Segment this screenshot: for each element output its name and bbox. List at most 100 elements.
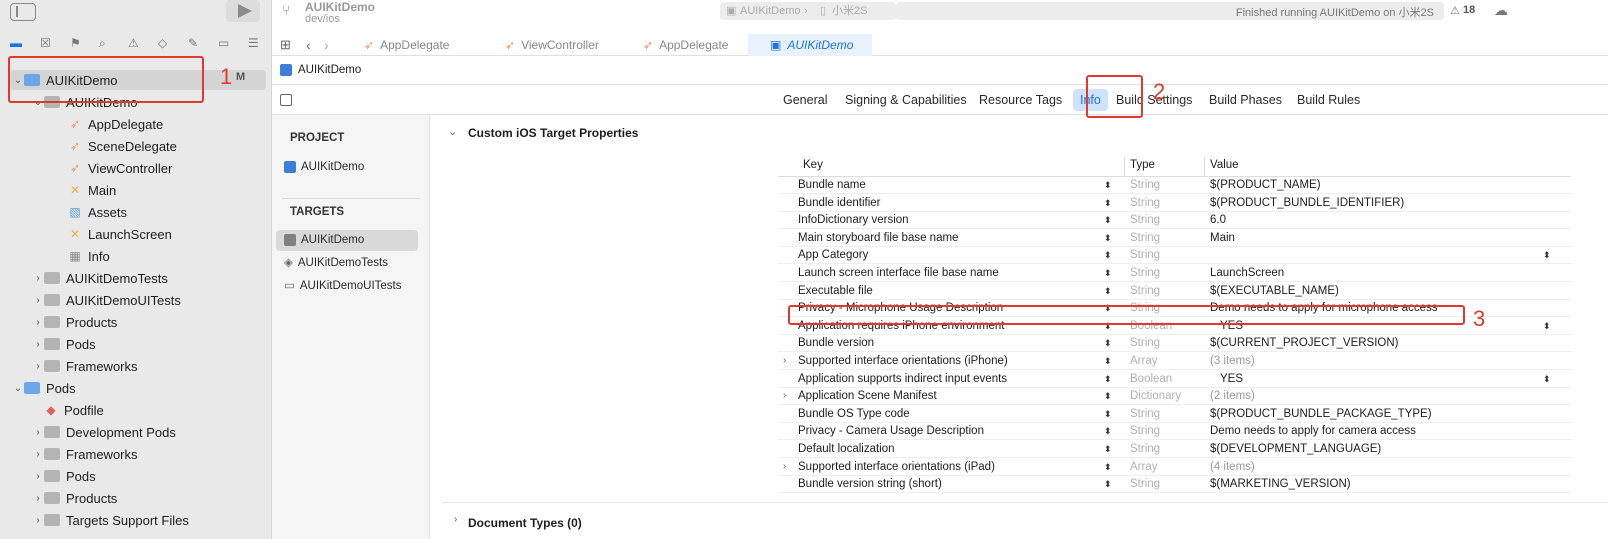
property-type[interactable]: String xyxy=(1130,194,1160,212)
nav-item[interactable]: ✕ Main xyxy=(56,179,116,201)
hide-targets-icon[interactable] xyxy=(280,94,292,106)
chevron-right-icon[interactable]: › xyxy=(783,387,786,405)
property-value[interactable]: Demo needs to apply for camera access xyxy=(1210,422,1416,440)
property-key[interactable]: Privacy - Camera Usage Description xyxy=(798,422,984,440)
property-key[interactable]: Bundle version string (short) xyxy=(798,475,942,493)
property-key[interactable]: Bundle identifier xyxy=(798,194,880,212)
property-row[interactable]: App Category ⬍ String ⬍ xyxy=(778,246,1571,265)
jump-bar[interactable]: AUIKitDemo xyxy=(280,64,361,76)
search-icon[interactable]: ⌕ xyxy=(99,36,106,51)
editor-tab-1[interactable]: ➶ ViewController xyxy=(505,34,635,56)
property-row[interactable]: Default localization ⬍ String $(DEVELOPMENT… xyxy=(778,440,1571,458)
nav-item[interactable]: ➶ AppDelegate xyxy=(56,113,163,135)
property-type[interactable]: String xyxy=(1130,405,1160,423)
value-popup-icon[interactable]: ⬍ xyxy=(1543,370,1551,388)
property-type[interactable]: String xyxy=(1130,475,1160,493)
editor-tab-2[interactable]: ➶ AppDelegate xyxy=(643,34,763,56)
property-value[interactable]: LaunchScreen xyxy=(1210,264,1284,282)
property-type[interactable]: Array xyxy=(1130,352,1157,370)
property-row[interactable]: Bundle version string (short) ⬍ String $(MA… xyxy=(778,475,1571,494)
col-key[interactable]: Key xyxy=(803,159,823,171)
nav-item[interactable]: ⌄ Pods xyxy=(12,377,76,399)
value-popup-icon[interactable]: ⬍ xyxy=(1543,246,1551,264)
chevron-down-icon[interactable]: ⌄ xyxy=(448,125,457,138)
document-types-header[interactable]: Document Types (0) xyxy=(468,516,582,530)
value-popup-icon[interactable]: ⬍ xyxy=(1543,317,1551,335)
nav-item[interactable]: › Frameworks xyxy=(32,443,137,465)
col-type[interactable]: Type xyxy=(1130,159,1155,171)
property-value[interactable]: YES xyxy=(1220,370,1243,388)
nav-item[interactable]: ◆ Podfile xyxy=(32,399,103,421)
chevron-right-icon[interactable]: › xyxy=(32,471,44,482)
nav-item[interactable]: › Targets Support Files xyxy=(32,509,189,531)
nav-item[interactable]: ➶ ViewController xyxy=(56,157,172,179)
debug-icon[interactable]: ✎ xyxy=(188,36,198,50)
property-value[interactable]: $(MARKETING_VERSION) xyxy=(1210,475,1351,493)
property-value[interactable]: $(PRODUCT_NAME) xyxy=(1210,176,1321,194)
nav-item[interactable]: ✕ LaunchScreen xyxy=(56,223,172,245)
property-value[interactable]: Main xyxy=(1210,229,1235,247)
property-key[interactable]: Bundle version xyxy=(798,334,874,352)
nav-item[interactable]: › Development Pods xyxy=(32,421,176,443)
property-key[interactable]: Main storyboard file base name xyxy=(798,229,958,247)
nav-item[interactable]: › Frameworks xyxy=(32,355,137,377)
chevron-right-icon[interactable]: › xyxy=(454,514,457,525)
property-value[interactable]: $(EXECUTABLE_NAME) xyxy=(1210,282,1339,300)
nav-item[interactable]: ▦ Info xyxy=(56,245,109,267)
property-type[interactable]: String xyxy=(1130,211,1160,229)
nav-item[interactable]: › Pods xyxy=(32,333,95,355)
property-key[interactable]: Default localization xyxy=(798,440,895,458)
key-stepper-icon[interactable]: ⬍ xyxy=(1104,229,1112,247)
col-value[interactable]: Value xyxy=(1210,159,1239,171)
property-key[interactable]: InfoDictionary version xyxy=(798,211,909,229)
property-row[interactable]: Bundle version ⬍ String $(CURRENT_PROJECT_V… xyxy=(778,334,1571,353)
property-key[interactable]: Application supports indirect input even… xyxy=(798,370,1007,388)
property-type[interactable]: String xyxy=(1130,282,1160,300)
property-key[interactable]: Launch screen interface file base name xyxy=(798,264,999,282)
property-row[interactable]: › Supported interface orientations (iPhon… xyxy=(778,352,1571,370)
key-stepper-icon[interactable]: ⬍ xyxy=(1104,264,1112,282)
property-value[interactable]: $(PRODUCT_BUNDLE_PACKAGE_TYPE) xyxy=(1210,405,1432,423)
nav-item[interactable]: › Products xyxy=(32,311,117,333)
forward-icon[interactable]: › xyxy=(324,34,329,56)
cloud-icon[interactable]: ☁ xyxy=(1494,2,1508,19)
property-value[interactable]: $(CURRENT_PROJECT_VERSION) xyxy=(1210,334,1399,352)
editor-tab-0[interactable]: ➶ AppDelegate xyxy=(364,34,484,56)
issue-icon[interactable]: ⚠ xyxy=(128,36,139,50)
property-row[interactable]: Application supports indirect input even… xyxy=(778,370,1571,388)
chevron-right-icon[interactable]: › xyxy=(32,295,44,306)
key-stepper-icon[interactable]: ⬍ xyxy=(1104,422,1112,440)
property-key[interactable]: Bundle OS Type code xyxy=(798,405,910,423)
key-stepper-icon[interactable]: ⬍ xyxy=(1104,211,1112,229)
property-value[interactable]: (3 items) xyxy=(1210,352,1255,370)
chevron-right-icon[interactable]: › xyxy=(32,449,44,460)
chevron-right-icon[interactable]: › xyxy=(32,273,44,284)
property-row[interactable]: Bundle identifier ⬍ String $(PRODUCT_BUNDLE… xyxy=(778,194,1571,212)
property-row[interactable]: Launch screen interface file base name ⬍ S… xyxy=(778,264,1571,282)
key-stepper-icon[interactable]: ⬍ xyxy=(1104,370,1112,388)
chevron-right-icon[interactable]: › xyxy=(32,317,44,328)
folder-icon[interactable]: ▬ xyxy=(10,36,22,50)
target-item[interactable]: AUIKitDemo xyxy=(284,230,364,250)
info-tab-2[interactable]: Resource Tags xyxy=(979,89,1062,111)
chevron-right-icon[interactable]: › xyxy=(32,361,44,372)
property-key[interactable]: Supported interface orientations (iPad) xyxy=(798,458,995,476)
sidebar-toggle-icon[interactable] xyxy=(10,3,36,21)
nav-item[interactable]: › Products xyxy=(32,487,117,509)
scheme-selector[interactable]: ▣ AUIKitDemo › ▯ 小米2S xyxy=(720,2,896,20)
property-type[interactable]: String xyxy=(1130,176,1160,194)
property-type[interactable]: String xyxy=(1130,422,1160,440)
property-type[interactable]: String xyxy=(1130,229,1160,247)
property-value[interactable]: (4 items) xyxy=(1210,458,1255,476)
key-stepper-icon[interactable]: ⬍ xyxy=(1104,475,1112,493)
target-item[interactable]: ▭ AUIKitDemoUITests xyxy=(284,276,401,296)
grid-icon[interactable]: ⊞ xyxy=(280,34,291,56)
property-row[interactable]: Bundle name ⬍ String $(PRODUCT_NAME) xyxy=(778,176,1571,194)
nav-item[interactable]: ▧ Assets xyxy=(56,201,127,223)
editor-tab-3-active[interactable]: ▣ AUIKitDemo xyxy=(748,34,872,56)
property-row[interactable]: Executable file ⬍ String $(EXECUTABLE_NAME) xyxy=(778,282,1571,300)
key-stepper-icon[interactable]: ⬍ xyxy=(1104,458,1112,476)
property-key[interactable]: Supported interface orientations (iPhone… xyxy=(798,352,1008,370)
chevron-right-icon[interactable]: › xyxy=(783,458,786,476)
key-stepper-icon[interactable]: ⬍ xyxy=(1104,440,1112,458)
